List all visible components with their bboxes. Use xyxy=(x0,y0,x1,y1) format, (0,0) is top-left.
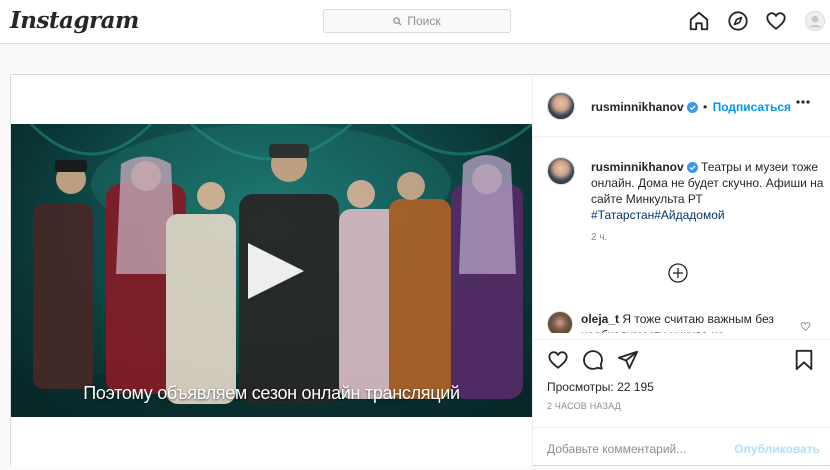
verified-icon xyxy=(686,102,698,113)
profile-icon[interactable] xyxy=(804,10,826,32)
more-options-icon[interactable] xyxy=(796,100,810,104)
separator-dot: • xyxy=(703,100,708,114)
post-actions: Просмотры: 22 195 2 ЧАСОВ НАЗАД Добавьте… xyxy=(533,339,830,467)
posted-time: 2 ЧАСОВ НАЗАД xyxy=(547,401,621,411)
load-more-comments-icon[interactable] xyxy=(668,263,688,283)
like-icon[interactable] xyxy=(547,349,569,371)
save-bookmark-icon[interactable] xyxy=(794,349,814,371)
author-line: rusminnikhanov • Подписаться xyxy=(591,100,791,114)
instagram-logo[interactable]: Instagram xyxy=(10,7,139,34)
caption-time: 2 ч. xyxy=(591,232,608,243)
post-header: rusminnikhanov • Подписаться xyxy=(533,75,830,137)
like-comment-icon[interactable] xyxy=(800,321,811,332)
share-icon[interactable] xyxy=(617,349,639,371)
video-subtitle: Поэтому объявляем сезон онлайн трансляци… xyxy=(83,383,460,403)
views-label: Просмотры: xyxy=(547,380,614,394)
post-media: Поэтому объявляем сезон онлайн трансляци… xyxy=(11,75,532,467)
search-placeholder: Поиск xyxy=(407,14,441,28)
play-icon[interactable] xyxy=(246,241,306,301)
publish-button[interactable]: Опубликовать xyxy=(734,442,820,456)
comment-icon[interactable] xyxy=(582,349,604,371)
explore-icon[interactable] xyxy=(727,10,749,32)
comment-input[interactable]: Добавьте комментарий... xyxy=(547,442,686,456)
post-caption: rusminnikhanov Театры и музеи тоже онлай… xyxy=(591,159,825,223)
video-player[interactable]: Поэтому объявляем сезон онлайн трансляци… xyxy=(11,124,532,417)
author-avatar[interactable] xyxy=(547,92,575,120)
post-card: Поэтому объявляем сезон онлайн трансляци… xyxy=(10,74,830,467)
author-username[interactable]: rusminnikhanov xyxy=(591,100,684,114)
commenter-username[interactable]: oleja_t xyxy=(581,312,619,326)
views-count[interactable]: Просмотры: 22 195 xyxy=(547,380,654,394)
caption-avatar[interactable] xyxy=(547,157,575,185)
caption-hashtags[interactable]: #Татарстан#Айдадомой xyxy=(591,208,725,222)
add-comment-form: Добавьте комментарий... Опубликовать xyxy=(533,427,830,468)
comment-body: oleja_t Я тоже считаю важным без необход… xyxy=(581,311,791,333)
post-sidebar: rusminnikhanov • Подписаться rusminnikha… xyxy=(532,75,830,467)
activity-heart-icon[interactable] xyxy=(765,10,787,32)
home-icon[interactable] xyxy=(688,10,710,32)
views-number: 22 195 xyxy=(617,380,654,394)
caption-username[interactable]: rusminnikhanov xyxy=(591,160,684,174)
search-icon xyxy=(393,16,402,26)
comment-item: oleja_t Я тоже считаю важным без необход… xyxy=(547,311,817,333)
verified-icon xyxy=(686,162,698,173)
commenter-avatar[interactable] xyxy=(547,311,573,333)
follow-button[interactable]: Подписаться xyxy=(713,100,791,114)
top-nav: Instagram Поиск xyxy=(0,0,830,44)
search-input[interactable]: Поиск xyxy=(323,9,511,33)
